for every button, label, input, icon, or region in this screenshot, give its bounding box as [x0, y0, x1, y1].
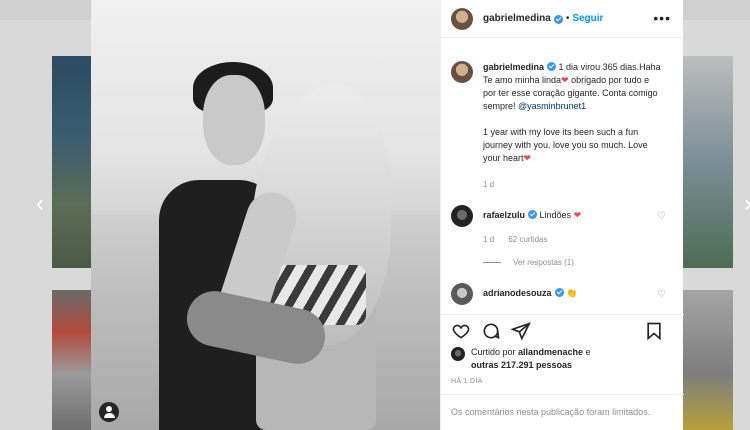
- likes-prefix: Curtido por: [471, 347, 519, 357]
- mention-link[interactable]: @yasminbrunet1: [518, 101, 586, 111]
- verified-badge-icon: [547, 62, 557, 71]
- post-timestamp[interactable]: HÁ 1 DIA: [451, 378, 483, 385]
- verified-badge-icon: [553, 15, 563, 24]
- background-post-thumbnail: [52, 56, 92, 268]
- bookmark-icon[interactable]: [644, 321, 664, 341]
- comment-body: rafaelzulu Lindões ❤ 1 d 62 curtidas: [483, 205, 581, 244]
- likes-count[interactable]: outras 217.291 pessoas: [471, 360, 572, 370]
- likes-text: Curtido por allandmenache e outras 217.2…: [471, 346, 591, 372]
- caption-english: 1 year with my love its been such a fun …: [483, 127, 648, 163]
- heart-emoji: ❤: [573, 210, 582, 220]
- view-replies-label: Ver respostas (1): [513, 258, 574, 267]
- likes-suffix: e: [583, 347, 591, 357]
- comment-age: 1 d: [483, 235, 495, 244]
- photo-figure: [203, 75, 265, 165]
- action-bar: [441, 314, 684, 346]
- share-icon[interactable]: [511, 321, 531, 341]
- avatar[interactable]: [451, 347, 465, 361]
- avatar[interactable]: [451, 7, 473, 30]
- comment-item: rafaelzulu Lindões ❤ 1 d 62 curtidas ♡: [451, 205, 674, 244]
- post-username[interactable]: gabrielmedina: [483, 13, 551, 24]
- comments-section[interactable]: gabrielmedina 1 dia virou 365 dias.Haha …: [441, 38, 684, 314]
- comment-meta: 1 d 62 curtidas: [483, 235, 581, 244]
- follow-button[interactable]: Seguir: [572, 13, 603, 24]
- chevron-right-icon[interactable]: ›: [736, 192, 750, 216]
- chevron-left-icon[interactable]: ‹: [28, 192, 52, 216]
- comment-icon[interactable]: [481, 321, 501, 341]
- comments-limited-notice: Os comentários nesta publicação foram li…: [441, 394, 684, 430]
- post-modal: gabrielmedina • Seguir ••• gabrielmedina…: [91, 0, 684, 430]
- verified-badge-icon: [554, 288, 564, 297]
- verified-badge-icon: [528, 210, 538, 219]
- avatar[interactable]: [451, 283, 473, 305]
- user-tag-icon[interactable]: [99, 402, 119, 422]
- likes-summary: Curtido por allandmenache e outras 217.2…: [451, 346, 674, 372]
- comment-username[interactable]: rafaelzulu: [483, 210, 525, 220]
- background-post-thumbnail: [683, 56, 733, 268]
- caption-body: gabrielmedina 1 dia virou 365 dias.Haha …: [483, 61, 663, 191]
- comment-likes[interactable]: 62 curtidas: [508, 235, 547, 244]
- comment-item: adrianodesouza 👏 ♡: [451, 283, 674, 305]
- avatar[interactable]: [451, 61, 473, 83]
- heart-icon[interactable]: [451, 321, 471, 341]
- comment-text: Lindões: [539, 210, 574, 220]
- comment-body: adrianodesouza 👏: [483, 283, 577, 305]
- liker-username[interactable]: allandmenache: [518, 347, 583, 357]
- post-photo[interactable]: [91, 0, 440, 430]
- background-post-thumbnail: [683, 290, 733, 430]
- post-caption: gabrielmedina 1 dia virou 365 dias.Haha …: [451, 61, 674, 191]
- more-options-icon[interactable]: •••: [653, 10, 671, 26]
- caption-age: 1 d: [483, 180, 495, 189]
- view-replies-button[interactable]: Ver respostas (1): [483, 258, 674, 267]
- avatar[interactable]: [451, 205, 473, 227]
- comment-text: 👏: [566, 288, 578, 298]
- heart-emoji: ❤: [561, 75, 569, 85]
- comment-like-icon[interactable]: ♡: [657, 211, 666, 222]
- heart-emoji: ❤: [523, 153, 532, 163]
- caption-username[interactable]: gabrielmedina: [483, 62, 544, 72]
- background-post-thumbnail: [52, 290, 92, 430]
- comment-like-icon[interactable]: ♡: [657, 289, 666, 300]
- replies-divider: [483, 262, 501, 263]
- post-sidebar: gabrielmedina • Seguir ••• gabrielmedina…: [440, 0, 684, 430]
- separator-dot: •: [565, 13, 570, 24]
- comment-username[interactable]: adrianodesouza: [483, 288, 552, 298]
- post-header: gabrielmedina • Seguir •••: [441, 0, 683, 38]
